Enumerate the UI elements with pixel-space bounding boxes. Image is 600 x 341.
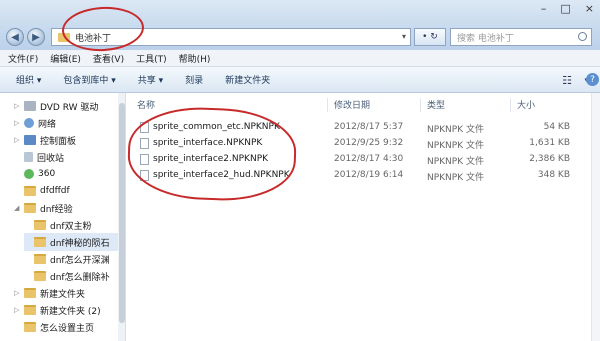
nav-item-dnf-delete[interactable]: dnf怎么删除补 (24, 267, 110, 285)
nav-item-network[interactable]: ▷ 网络 (14, 114, 56, 132)
column-divider[interactable] (420, 98, 421, 112)
folder-icon (24, 288, 36, 298)
folder-icon (24, 305, 36, 315)
nav-item-label: dnf经验 (40, 204, 73, 215)
file-size: 348 KB (537, 170, 570, 180)
menu-help[interactable]: 帮助(H) (179, 52, 211, 65)
nav-item-new-folder[interactable]: ▷ 新建文件夹 (14, 284, 85, 302)
folder-icon (34, 237, 46, 247)
column-header-date[interactable]: 修改日期 (334, 98, 370, 112)
nav-item-new-folder-2[interactable]: ▷ 新建文件夹 (2) (14, 301, 101, 319)
nav-item-control-panel[interactable]: ▷ 控制面板 (14, 131, 76, 149)
nav-item-label: 控制面板 (40, 136, 77, 147)
minimize-button[interactable]: – (541, 2, 547, 15)
nav-item-recycle-bin[interactable]: 回收站 (14, 148, 64, 166)
command-bar: 组织 ▾ 包含到库中 ▾ 共享 ▾ 刻录 新建文件夹 ☷ ▾ ? (0, 67, 600, 93)
network-icon (24, 118, 34, 128)
expand-arrow-icon[interactable]: ▷ (14, 289, 24, 297)
menu-edit[interactable]: 编辑(E) (50, 52, 81, 65)
nav-item-label: 怎么设置主页 (40, 323, 95, 334)
nav-item-label: 回收站 (37, 153, 65, 164)
nav-item-label: dnf怎么删除补 (50, 272, 110, 283)
nav-item-label: dnf怎么开深渊 (50, 255, 110, 266)
nav-item-set-homepage[interactable]: 怎么设置主页 (14, 318, 94, 336)
menu-view[interactable]: 查看(V) (93, 52, 124, 65)
control-panel-icon (24, 135, 36, 145)
folder-icon (34, 254, 46, 264)
column-header-size[interactable]: 大小 (517, 98, 535, 112)
expand-arrow-icon[interactable]: ▷ (14, 119, 24, 127)
recycle-bin-icon (24, 152, 33, 162)
back-button[interactable]: ◀ (6, 28, 24, 46)
nav-item-dnf-abyss[interactable]: dnf怎么开深渊 (24, 250, 110, 268)
nav-item-label: 新建文件夹 (40, 289, 86, 300)
file-date: 2012/8/17 4:30 (334, 154, 404, 164)
file-type: NPKNPK 文件 (427, 157, 484, 167)
expand-arrow-icon[interactable]: ▷ (14, 102, 24, 110)
menu-file[interactable]: 文件(F) (8, 52, 38, 65)
file-size: 2,386 KB (529, 154, 570, 164)
share-button[interactable]: 共享 ▾ (138, 73, 163, 86)
file-type: NPKNPK 文件 (427, 141, 484, 151)
menu-bar: 文件(F) 编辑(E) 查看(V) 工具(T) 帮助(H) (0, 50, 600, 67)
nav-item-label: dfdffdf (40, 186, 70, 196)
file-date: 2012/9/25 9:32 (334, 138, 404, 148)
nav-item-label: dnf神秘的陨石 (50, 238, 110, 249)
dvd-drive-icon (24, 101, 36, 111)
expand-arrow-icon[interactable]: ▷ (14, 136, 24, 144)
column-divider[interactable] (510, 98, 511, 112)
menu-tools[interactable]: 工具(T) (136, 52, 167, 65)
nav-item-label: 360 (38, 169, 56, 179)
nav-item-dvd-drive[interactable]: ▷ DVD RW 驱动 (14, 97, 98, 115)
new-folder-button[interactable]: 新建文件夹 (225, 73, 270, 86)
file-date: 2012/8/19 6:14 (334, 170, 404, 180)
folder-icon (34, 220, 46, 230)
nav-item-dnf-meteor[interactable]: dnf神秘的陨石 (24, 233, 118, 251)
column-header-type[interactable]: 类型 (427, 98, 445, 112)
nav-item-dfdffdf[interactable]: dfdffdf (14, 182, 70, 200)
search-input[interactable]: 搜索 电池补丁 (450, 28, 592, 46)
folder-icon (24, 186, 36, 196)
search-icon (578, 32, 587, 41)
nav-item-360[interactable]: 360 (14, 165, 55, 183)
maximize-button[interactable]: □ (560, 2, 570, 15)
help-icon[interactable]: ? (586, 73, 599, 86)
app-360-icon (24, 169, 34, 179)
view-options-icon[interactable]: ☷ (562, 74, 572, 87)
refresh-button[interactable]: • ↻ (414, 28, 446, 46)
include-in-library-button[interactable]: 包含到库中 ▾ (63, 73, 115, 86)
burn-button[interactable]: 刻录 (185, 73, 203, 86)
nav-item-label: 新建文件夹 (2) (40, 306, 101, 317)
navigation-pane: ▷ DVD RW 驱动 ▷ 网络 ▷ 控制面板 回收站 360 dfdffdf … (0, 93, 126, 341)
content-scrollbar[interactable] (591, 93, 600, 341)
file-size: 54 KB (543, 122, 570, 132)
nav-item-label: DVD RW 驱动 (40, 102, 99, 113)
folder-icon (34, 271, 46, 281)
column-header-name[interactable]: 名称 (137, 98, 155, 112)
folder-icon (24, 203, 36, 213)
expand-arrow-icon[interactable]: ▷ (14, 306, 24, 314)
organize-button[interactable]: 组织 ▾ (16, 73, 41, 86)
file-type: NPKNPK 文件 (427, 173, 484, 183)
nav-item-label: dnf双主粉 (50, 221, 92, 232)
search-placeholder: 搜索 电池补丁 (457, 33, 514, 44)
expand-arrow-icon[interactable]: ◢ (14, 204, 24, 212)
nav-item-dnf-dual[interactable]: dnf双主粉 (24, 216, 92, 234)
file-size: 1,631 KB (529, 138, 570, 148)
nav-item-dnf-exp[interactable]: ◢ dnf经验 (14, 199, 73, 217)
file-date: 2012/8/17 5:37 (334, 122, 404, 132)
nav-item-label: 网络 (38, 119, 57, 130)
chevron-down-icon[interactable]: ▾ (402, 32, 406, 41)
window-controls: – □ × (541, 2, 594, 15)
column-divider[interactable] (327, 98, 328, 112)
folder-icon (24, 322, 36, 332)
nav-scrollbar-thumb[interactable] (119, 103, 125, 323)
close-button[interactable]: × (585, 2, 594, 15)
forward-button[interactable]: ▶ (27, 28, 45, 46)
file-type: NPKNPK 文件 (427, 125, 484, 135)
